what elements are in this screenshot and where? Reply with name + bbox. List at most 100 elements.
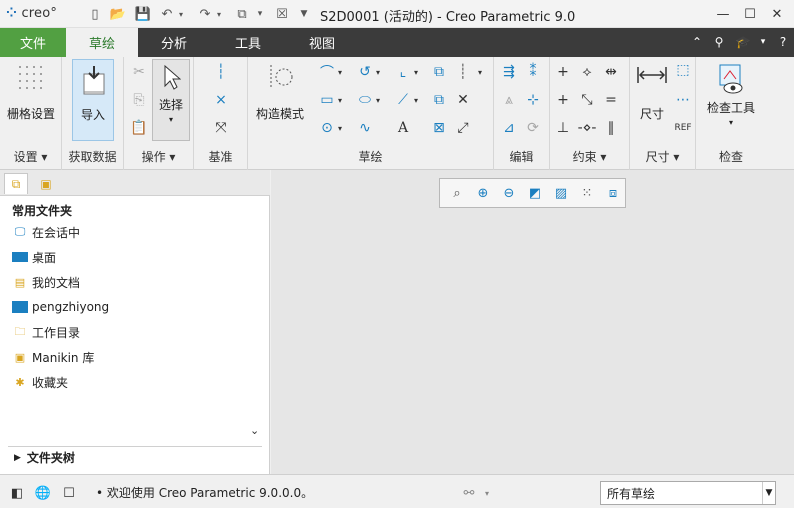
redo-dropdown-icon[interactable]: ▾ bbox=[214, 5, 224, 23]
modify-icon[interactable]: ⇶ bbox=[500, 63, 518, 81]
line-dropdown-icon[interactable]: ▾ bbox=[338, 63, 346, 81]
customize-qat-icon[interactable]: ▼ bbox=[298, 5, 310, 23]
repaint-icon[interactable]: ◩ bbox=[524, 182, 546, 204]
folder-my-documents[interactable]: ▤ 我的文档 bbox=[12, 272, 80, 292]
regenerate-dropdown-icon[interactable]: ▾ bbox=[254, 5, 266, 23]
maximize-icon[interactable]: ☐ bbox=[739, 4, 761, 24]
equal-constraint-icon[interactable]: = bbox=[602, 91, 620, 109]
display-style-icon[interactable]: ▨ bbox=[550, 182, 572, 204]
delete-segment-icon[interactable]: ⁑ bbox=[524, 63, 542, 81]
select-button[interactable]: 选择 ▾ bbox=[152, 59, 190, 141]
sketch-centerline-icon[interactable]: ┊ bbox=[454, 63, 472, 81]
tab-view[interactable]: 视图 bbox=[286, 28, 358, 57]
new-file-icon[interactable]: ▯ bbox=[86, 5, 104, 23]
tab-sketch[interactable]: 草绘 bbox=[66, 28, 138, 57]
rotate-resize-icon[interactable]: ⟳ bbox=[524, 119, 542, 137]
folder-favorites[interactable]: ✱ 收藏夹 bbox=[12, 372, 68, 392]
fullscreen-icon[interactable]: ☐ bbox=[58, 482, 80, 504]
parallel-constraint-icon[interactable]: ∥ bbox=[602, 119, 620, 137]
folder-tree-toggle[interactable]: ▶ 文件夹树 bbox=[8, 446, 262, 468]
chamfer-dropdown-icon[interactable]: ▾ bbox=[414, 91, 422, 109]
centerline-icon[interactable]: ┆ bbox=[212, 63, 230, 81]
save-icon[interactable]: 💾 bbox=[134, 5, 152, 23]
close-window-icon[interactable]: ☒ bbox=[273, 5, 291, 23]
undo-dropdown-icon[interactable]: ▾ bbox=[176, 5, 186, 23]
find-dropdown-icon[interactable]: ▾ bbox=[480, 482, 494, 504]
baseline-icon[interactable]: ⋯ bbox=[674, 91, 692, 109]
arc-icon[interactable]: ↺ bbox=[356, 63, 374, 81]
help-icon[interactable]: ? bbox=[774, 33, 792, 51]
folder-desktop[interactable]: 桌面 bbox=[12, 247, 56, 267]
rectangle-icon[interactable]: ▭ bbox=[318, 91, 336, 109]
text-icon[interactable]: A bbox=[394, 119, 412, 137]
graduation-cap-icon[interactable]: 🎓 bbox=[734, 33, 752, 51]
symmetric-constraint-icon[interactable]: -⋄- bbox=[578, 119, 597, 137]
coordinate-system-sketch-icon[interactable]: ⤢ bbox=[454, 119, 472, 137]
spline-icon[interactable]: ∿ bbox=[356, 119, 374, 137]
datum-point-icon[interactable]: × bbox=[212, 91, 230, 109]
arc-dropdown-icon[interactable]: ▾ bbox=[376, 63, 384, 81]
open-folder-icon[interactable]: 📂 bbox=[109, 5, 127, 23]
folder-browser-tab-icon[interactable]: ⧉ bbox=[4, 173, 28, 194]
perpendicular-constraint-icon[interactable]: ⊥ bbox=[554, 119, 572, 137]
ellipse-dropdown-icon[interactable]: ▾ bbox=[376, 91, 384, 109]
sketch-point-icon[interactable]: ✕ bbox=[454, 91, 472, 109]
close-icon[interactable]: ✕ bbox=[766, 4, 788, 24]
folder-manikin-library[interactable]: ▣ Manikin 库 bbox=[12, 347, 95, 367]
inspect-dropdown-icon[interactable]: ▾ bbox=[729, 118, 733, 127]
mirror-icon[interactable]: ⩓ bbox=[500, 91, 518, 109]
midpoint-constraint-icon[interactable]: ⇹ bbox=[602, 63, 620, 81]
construction-mode-button[interactable]: 构造模式 bbox=[252, 63, 308, 122]
offset-icon[interactable]: ⧉ bbox=[430, 63, 448, 81]
group-label-operations[interactable]: 操作 ▾ bbox=[124, 148, 193, 165]
chamfer-icon[interactable]: ⟋ bbox=[394, 91, 412, 109]
coincident-constraint-icon[interactable]: ⤡ bbox=[578, 91, 596, 109]
group-label-dimension[interactable]: 尺寸 ▾ bbox=[630, 148, 695, 165]
thicken-icon[interactable]: ⧉ bbox=[430, 91, 448, 109]
coordinate-system-icon[interactable]: ⤧ bbox=[212, 119, 230, 137]
circle-dropdown-icon[interactable]: ▾ bbox=[338, 119, 346, 137]
cut-icon[interactable]: ✂ bbox=[130, 63, 148, 81]
ellipse-icon[interactable]: ⬭ bbox=[356, 91, 374, 109]
copy-icon[interactable]: ⎘ bbox=[130, 91, 148, 109]
corner-icon[interactable]: ⊿ bbox=[500, 119, 518, 137]
circle-icon[interactable]: ⊙ bbox=[318, 119, 336, 137]
vertical-constraint-icon[interactable]: + bbox=[554, 63, 572, 81]
sketcher-display-icon[interactable]: ⁙ bbox=[576, 182, 598, 204]
divide-icon[interactable]: ⊹ bbox=[524, 91, 542, 109]
minimize-icon[interactable]: — bbox=[712, 4, 734, 24]
find-icon[interactable]: ⚯ bbox=[458, 482, 480, 504]
regenerate-icon[interactable]: ⧉ bbox=[233, 5, 251, 23]
grid-settings-button[interactable]: 栅格设置 bbox=[4, 63, 58, 122]
dimension-button[interactable]: 尺寸 bbox=[634, 63, 670, 122]
collapse-ribbon-icon[interactable]: ⌃ bbox=[688, 33, 706, 51]
folder-user[interactable]: pengzhiyong bbox=[12, 297, 109, 317]
toggle-navigator-icon[interactable]: ◧ bbox=[6, 482, 28, 504]
refit-icon[interactable]: ⌕ bbox=[446, 182, 468, 204]
tangent-constraint-icon[interactable]: ⟡ bbox=[578, 63, 596, 81]
fillet-icon[interactable]: ⌞ bbox=[394, 63, 412, 81]
inspect-tools-button[interactable]: 检查工具 ▾ bbox=[700, 63, 762, 127]
group-label-settings[interactable]: 设置 ▾ bbox=[0, 148, 61, 165]
perimeter-icon[interactable]: ⬚ bbox=[674, 61, 692, 79]
filter-dropdown-icon[interactable]: ▼ bbox=[762, 482, 775, 504]
import-button[interactable]: 导入 bbox=[72, 59, 114, 141]
tab-analysis[interactable]: 分析 bbox=[138, 28, 210, 57]
zoom-in-icon[interactable]: ⊕ bbox=[472, 182, 494, 204]
select-dropdown-icon[interactable]: ▾ bbox=[169, 115, 173, 124]
cap-dropdown-icon[interactable]: ▾ bbox=[754, 33, 772, 51]
selection-filter[interactable]: 所有草绘 bbox=[600, 481, 776, 505]
fillet-dropdown-icon[interactable]: ▾ bbox=[414, 63, 422, 81]
group-label-constrain[interactable]: 约束 ▾ bbox=[550, 148, 629, 165]
favorites-tab-icon[interactable]: ▣ bbox=[34, 173, 58, 194]
palette-icon[interactable]: ⊠ bbox=[430, 119, 448, 137]
tab-tools[interactable]: 工具 bbox=[212, 28, 284, 57]
tab-file[interactable]: 文件 bbox=[0, 28, 66, 57]
folder-in-session[interactable]: 🖵 在会话中 bbox=[12, 222, 80, 242]
collapse-icon[interactable]: ⌄ bbox=[250, 424, 259, 437]
rectangle-dropdown-icon[interactable]: ▾ bbox=[338, 91, 346, 109]
reference-dimension-icon[interactable]: REF bbox=[674, 119, 692, 137]
paste-icon[interactable]: 📋 bbox=[130, 119, 148, 137]
search-icon[interactable]: ⚲ bbox=[710, 33, 728, 51]
redo-icon[interactable]: ↷ bbox=[196, 5, 214, 23]
